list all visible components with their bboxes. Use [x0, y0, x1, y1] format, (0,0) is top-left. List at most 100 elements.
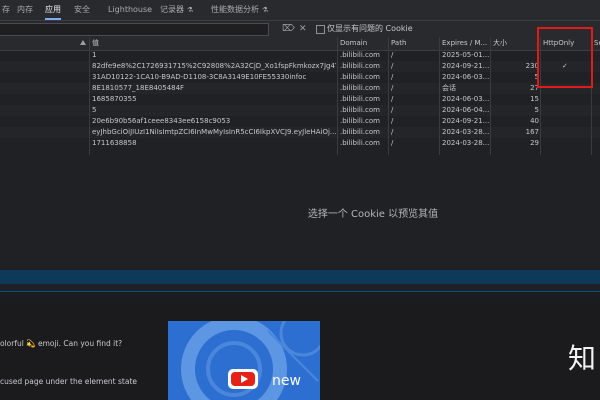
cookie-expires: 2025-05-01...: [442, 51, 490, 59]
cookie-expires: 2024-06-03...: [442, 95, 490, 103]
table-row[interactable]: 31AD10122-1CA10-B9AD-D1108-3C8A3149E10FE…: [0, 72, 600, 83]
cookie-value: 1: [92, 51, 97, 59]
tab-recorder[interactable]: 记录器 ⚗: [160, 0, 193, 20]
column-divider[interactable]: [490, 37, 491, 155]
cookie-httponly: [562, 138, 582, 149]
emoji-icon: 💫: [26, 339, 36, 348]
cookie-domain: .bilibili.com: [340, 95, 380, 103]
tab-storage-partial[interactable]: 存: [2, 0, 10, 20]
cookie-httponly: [562, 94, 582, 105]
cookie-value: 8E1810577_18E8405484F: [92, 84, 185, 92]
cookie-size: 167: [525, 128, 539, 136]
cookie-expires: 2024-06-04...: [442, 106, 490, 114]
table-row[interactable]: 5 .bilibili.com / 2024-06-04... 5: [0, 105, 600, 116]
cookie-expires: 2024-03-28...: [442, 139, 490, 147]
video-thumbnail[interactable]: new: [168, 321, 320, 400]
clear-all-cookies-icon[interactable]: ⌦: [282, 21, 295, 37]
tab-performance-insights[interactable]: 性能数据分析 ⚗: [211, 0, 268, 20]
cookie-expires: 2024-06-03...: [442, 73, 490, 81]
panel-splitter[interactable]: [0, 270, 600, 284]
video-overlay-text: new: [272, 373, 301, 389]
cookie-table: 值 Domain Path Expires / M... 大小 HttpOnly…: [0, 37, 600, 155]
table-header: 值 Domain Path Expires / M... 大小 HttpOnly…: [0, 37, 600, 51]
cookie-path: /: [391, 51, 394, 59]
column-divider[interactable]: [388, 37, 389, 155]
cookie-size: 230: [525, 62, 539, 70]
cookie-size: 15: [530, 95, 539, 103]
cookie-path: /: [391, 73, 394, 81]
column-divider[interactable]: [89, 37, 90, 155]
preview-placeholder-text: 选择一个 Cookie 以预览其值: [307, 209, 439, 220]
cookie-path: /: [391, 95, 394, 103]
column-header-domain[interactable]: Domain: [340, 38, 386, 49]
column-header-secure[interactable]: Se: [594, 38, 600, 49]
cookie-httponly: [562, 105, 582, 116]
table-row[interactable]: 1685870355 .bilibili.com / 2024-06-03...…: [0, 94, 600, 105]
table-row[interactable]: 82dfe9e8%2C1726931715%2C92808%2A32CjD_Xo…: [0, 61, 600, 72]
cookie-value: 1711638858: [92, 139, 137, 147]
tab-memory[interactable]: 内存: [17, 0, 33, 20]
cookie-path: /: [391, 117, 394, 125]
column-header-value[interactable]: 值: [92, 38, 332, 49]
table-row[interactable]: eyJhbGciOiJIUzI1NiIsImtpZCI6InMwMyIsInR5…: [0, 127, 600, 138]
cookie-size: 29: [530, 139, 539, 147]
cookie-value: eyJhbGciOiJIUzI1NiIsImtpZCI6InMwMyIsInR5…: [92, 128, 336, 136]
tab-application[interactable]: 应用: [45, 0, 61, 20]
cookie-expires: 2024-03-28...: [442, 128, 490, 136]
cookie-path: /: [391, 62, 394, 70]
column-header-size[interactable]: 大小: [493, 38, 533, 49]
table-row[interactable]: 1711638858 .bilibili.com / 2024-03-28...…: [0, 138, 600, 149]
flask-icon: ⚗: [187, 6, 194, 14]
cookie-httponly: [562, 116, 582, 127]
cookie-expires: 2024-09-21...: [442, 117, 490, 125]
cookie-size: 40: [530, 117, 539, 125]
cookie-domain: .bilibili.com: [340, 73, 380, 81]
zhihu-logo-char: 知: [568, 342, 597, 375]
cookie-expires: 会话: [442, 84, 456, 92]
cookie-size: [493, 50, 539, 61]
cookie-path: /: [391, 128, 394, 136]
cookie-domain: .bilibili.com: [340, 128, 380, 136]
cookie-httponly: [562, 127, 582, 138]
cookie-domain: .bilibili.com: [340, 51, 380, 59]
cookie-size: 5: [534, 106, 539, 114]
column-header-path[interactable]: Path: [391, 38, 435, 49]
annotation-highlight-box: [537, 27, 593, 88]
page-content: olorful 💫 emoji. Can you find it? cused …: [0, 303, 600, 400]
cookie-filter-bar: ⌦ ✕ 仅显示有问题的 Cookie: [0, 21, 600, 38]
column-header-expires[interactable]: Expires / M...: [442, 38, 490, 49]
cookie-path: /: [391, 106, 394, 114]
page-text-prefix: olorful: [0, 339, 24, 348]
youtube-play-icon[interactable]: [228, 369, 258, 389]
tab-recorder-label: 记录器: [160, 5, 184, 14]
cookie-value: 1685870355: [92, 95, 137, 103]
tab-security[interactable]: 安全: [74, 0, 90, 20]
cookie-domain: .bilibili.com: [340, 84, 380, 92]
flask-icon: ⚗: [262, 6, 269, 14]
column-divider[interactable]: [337, 37, 338, 155]
cookie-expires: 2024-09-21...: [442, 62, 490, 70]
cookie-path: /: [391, 139, 394, 147]
cookie-value: 31AD10122-1CA10-B9AD-D1108-3C8A3149E10FE…: [92, 73, 307, 81]
table-row[interactable]: 20e6b90b56af1ceee8343ee6158c9053 .bilibi…: [0, 116, 600, 127]
column-divider[interactable]: [439, 37, 440, 155]
cookie-value: 5: [92, 106, 97, 114]
cookie-domain: .bilibili.com: [340, 139, 380, 147]
only-issues-checkbox[interactable]: [316, 25, 325, 34]
sort-ascending-icon[interactable]: [80, 40, 86, 45]
cookie-size: 5: [534, 73, 539, 81]
cookie-domain: .bilibili.com: [340, 106, 380, 114]
page-text-suffix: emoji. Can you find it?: [37, 339, 123, 348]
delete-selected-icon[interactable]: ✕: [299, 21, 307, 37]
table-row[interactable]: 8E1810577_18E8405484F .bilibili.com / 会话…: [0, 83, 600, 94]
cookie-path: /: [391, 84, 394, 92]
tab-lighthouse[interactable]: Lighthouse: [108, 0, 152, 20]
devtools-tab-bar: 存 内存 应用 安全 Lighthouse 记录器 ⚗ 性能数据分析 ⚗: [0, 0, 600, 21]
table-row[interactable]: 1 .bilibili.com / 2025-05-01...: [0, 50, 600, 61]
cookie-preview-pane: 选择一个 Cookie 以预览其值: [0, 155, 600, 270]
cookie-domain: .bilibili.com: [340, 117, 380, 125]
page-text-line-2: cused page under the element state: [0, 377, 138, 386]
filter-input[interactable]: [0, 23, 269, 36]
only-issues-checkbox-label: 仅显示有问题的 Cookie: [327, 24, 413, 33]
page-text-line-1: olorful 💫 emoji. Can you find it?: [0, 339, 122, 348]
